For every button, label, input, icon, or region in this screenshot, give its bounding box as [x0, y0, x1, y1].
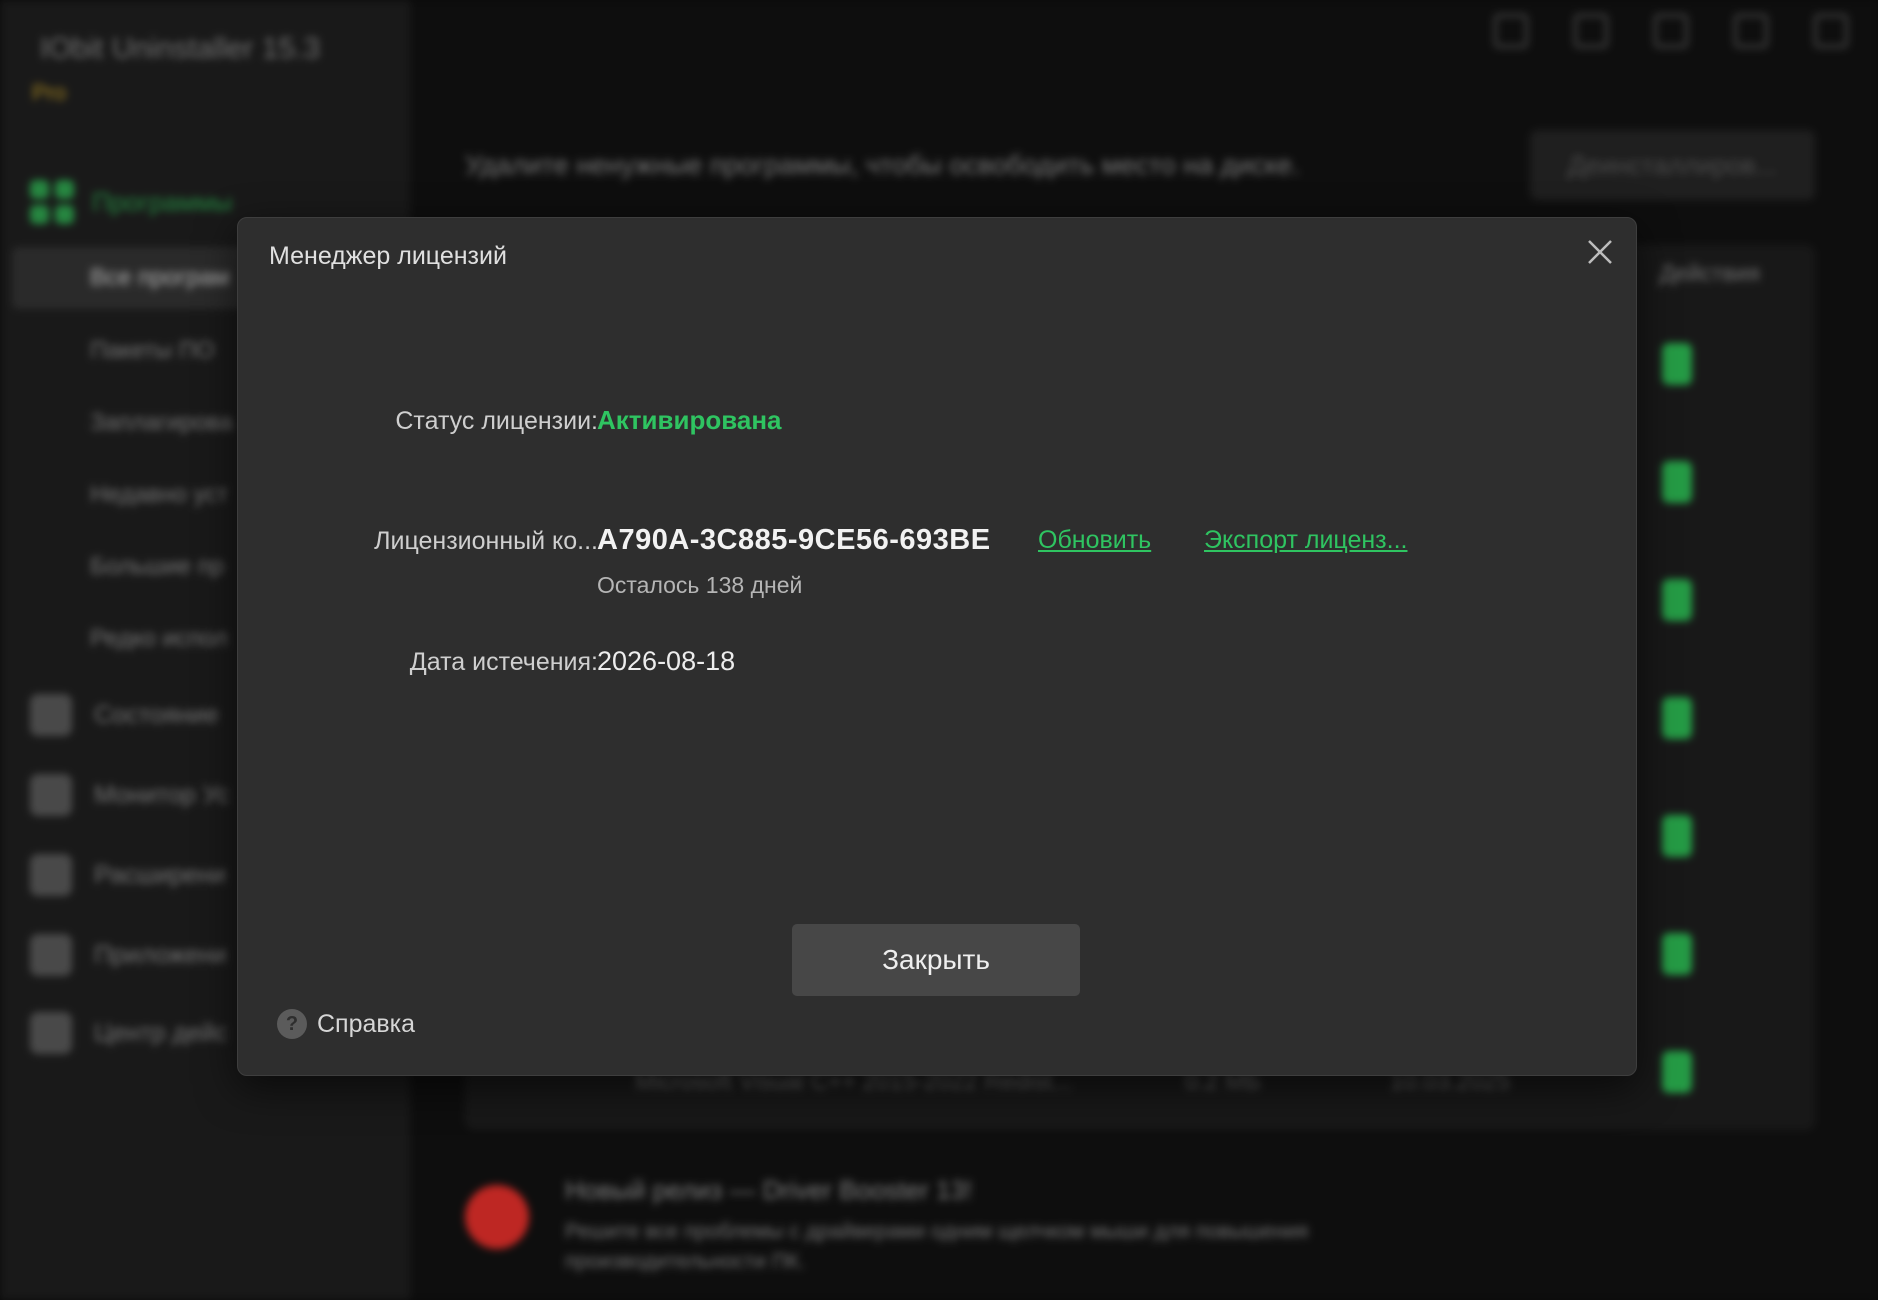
- license-status-label: Статус лицензии:: [395, 407, 598, 435]
- license-key-label: Лицензионный ко...: [374, 527, 598, 555]
- help-link[interactable]: ? Справка: [277, 1009, 415, 1039]
- help-icon: ?: [277, 1009, 307, 1039]
- dialog-title: Менеджер лицензий: [269, 242, 507, 270]
- update-license-link[interactable]: Обновить: [1038, 526, 1151, 555]
- days-remaining: Осталось 138 дней: [597, 572, 803, 598]
- help-label: Справка: [317, 1009, 416, 1038]
- license-status-value: Активирована: [597, 405, 782, 435]
- expiry-date-value: 2026-08-18: [597, 646, 736, 676]
- expiry-date-label: Дата истечения:: [409, 648, 598, 676]
- license-key-value: A790A-3C885-9CE56-693BE: [597, 524, 991, 556]
- close-icon[interactable]: [1583, 235, 1617, 269]
- close-button[interactable]: Закрыть: [792, 924, 1080, 996]
- export-license-link[interactable]: Экспорт лиценз...: [1204, 526, 1407, 555]
- license-manager-dialog: Менеджер лицензий Статус лицензии: Актив…: [237, 217, 1637, 1076]
